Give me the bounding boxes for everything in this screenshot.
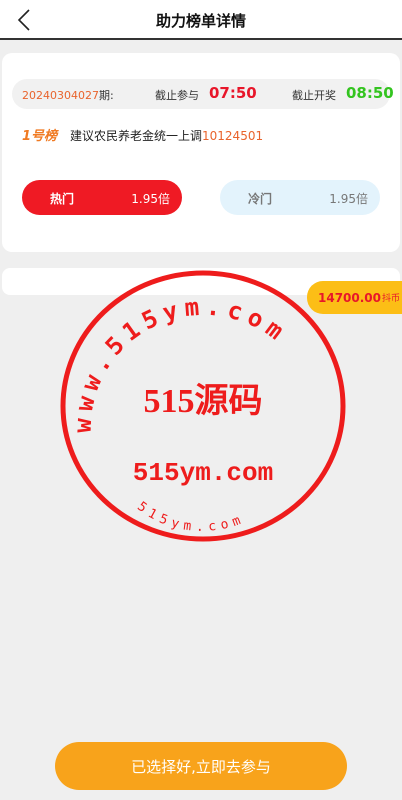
watermark-url-text: 515ym.com bbox=[133, 458, 273, 488]
watermark-stamp: www.515ym.com 515源码 515ym.com 515ym.com bbox=[60, 270, 346, 542]
watermark-center-text: 515源码 bbox=[144, 382, 263, 420]
coins-badge: 14700.00 抖币 bbox=[307, 281, 402, 314]
deadline-label: 截止参与 bbox=[155, 89, 199, 102]
header-bar: 助力榜单详情 bbox=[0, 0, 402, 40]
period-number: 20240304027期: bbox=[22, 89, 114, 102]
coins-unit: 抖币 bbox=[382, 294, 401, 304]
rank-title: 建议农民养老金统一上调10124501 bbox=[70, 129, 264, 143]
period-suffix: 期: bbox=[98, 89, 114, 102]
hot-option-label: 热门 bbox=[50, 192, 75, 206]
draw-time: 08:50 bbox=[346, 84, 394, 102]
watermark-arc-top-text: www.515ym.com bbox=[69, 293, 294, 434]
rank-code: 10124501 bbox=[202, 129, 264, 143]
cold-option-odds: 1.95倍 bbox=[329, 192, 368, 206]
coins-amount: 14700.00 bbox=[318, 290, 382, 305]
watermark-arc-bottom-text: 515ym.com bbox=[134, 499, 247, 535]
rank-tag: 1号榜 bbox=[22, 129, 58, 144]
ranking-card: 20240304027期: 截止参与 07:50 截止开奖 08:50 1号榜 … bbox=[2, 53, 400, 252]
hot-option-button[interactable]: 热门 1.95倍 bbox=[22, 180, 182, 215]
cold-option-label: 冷门 bbox=[248, 192, 273, 206]
join-button[interactable]: 已选择好,立即去参与 bbox=[55, 742, 347, 790]
page-title: 助力榜单详情 bbox=[155, 12, 246, 30]
deadline-time: 07:50 bbox=[209, 84, 257, 102]
hot-option-odds: 1.95倍 bbox=[131, 192, 170, 206]
cold-option-button[interactable]: 冷门 1.95倍 bbox=[220, 180, 380, 215]
period-info-bar: 20240304027期: 截止参与 07:50 截止开奖 08:50 bbox=[12, 79, 394, 109]
draw-label: 截止开奖 bbox=[292, 89, 336, 102]
